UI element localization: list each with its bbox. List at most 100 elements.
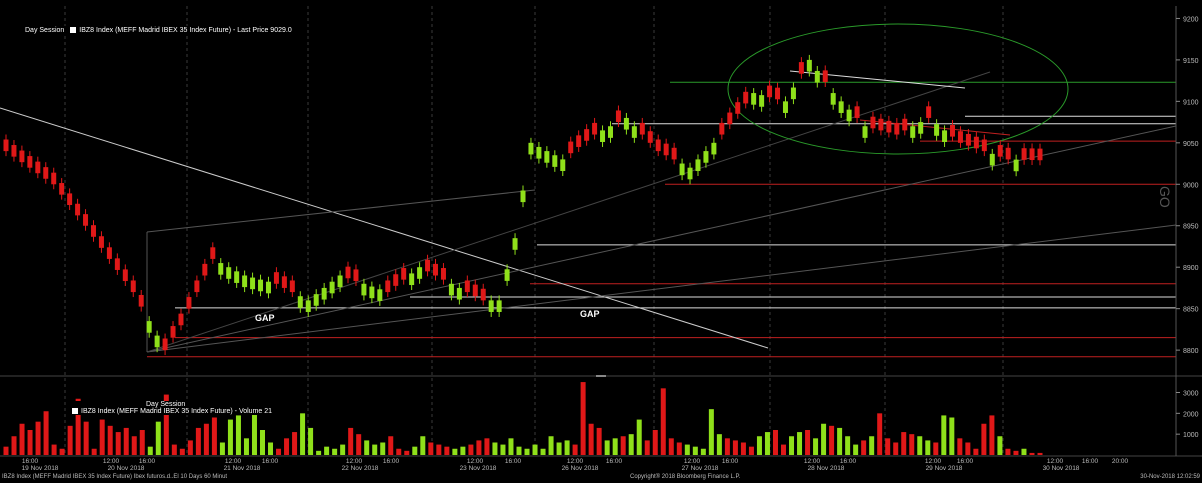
- volume-bar-108: [869, 436, 875, 455]
- candle-body-128: [1021, 148, 1027, 160]
- volume-bar-72: [580, 382, 586, 455]
- candle-body-27: [218, 263, 224, 275]
- volume-bar-96: [772, 430, 778, 455]
- candle-body-78: [623, 117, 629, 130]
- volume-bar-27: [219, 442, 225, 455]
- candle-body-71: [568, 141, 574, 154]
- volume-bar-19: [155, 421, 161, 455]
- candle-body-10: [83, 214, 89, 226]
- volume-series-swatch: [72, 408, 78, 415]
- volume-bar-60: [484, 438, 490, 455]
- candle-body-91: [727, 112, 733, 125]
- candle-body-85: [679, 163, 685, 176]
- channel-line-upper: [146, 125, 1177, 353]
- volume-bar-29: [235, 415, 241, 455]
- volume-bar-91: [732, 440, 738, 455]
- candle-body-127: [1013, 159, 1019, 172]
- footer-right: 30-Nov-2018 12:02:59: [1140, 474, 1200, 480]
- volume-bar-127: [1021, 448, 1027, 455]
- volume-bar-99: [797, 432, 803, 455]
- volume-bar-86: [692, 446, 698, 455]
- volume-bar-115: [925, 440, 931, 455]
- volume-bar-79: [636, 419, 642, 455]
- candle-body-36: [289, 280, 295, 293]
- volume-bar-92: [740, 442, 746, 455]
- candle-body-54: [433, 263, 439, 276]
- candle-body-82: [655, 139, 661, 152]
- volume-bar-38: [308, 427, 314, 455]
- volume-bar-25: [203, 423, 209, 455]
- price-tick-label: 9100: [1183, 99, 1199, 106]
- candle-body-103: [822, 70, 828, 83]
- volume-bar-104: [837, 427, 843, 455]
- volume-bar-34: [276, 448, 282, 455]
- candle-body-5: [43, 167, 49, 179]
- volume-bar-10: [83, 421, 89, 455]
- candle-body-53: [425, 259, 431, 272]
- x-tick-label-28: 20:00: [1112, 458, 1129, 465]
- candle-body-33: [265, 281, 271, 294]
- candle-body-57: [456, 287, 462, 300]
- volume-bar-109: [877, 413, 883, 455]
- candle-body-123: [981, 139, 987, 152]
- volume-bar-56: [452, 448, 458, 455]
- candle-body-129: [1029, 148, 1035, 161]
- candle-body-117: [934, 124, 940, 136]
- volume-bar-95: [764, 432, 770, 455]
- x-tick-label-22: 28 Nov 2018: [808, 465, 845, 472]
- candle-body-1: [11, 145, 17, 157]
- volume-bar-39: [316, 450, 322, 455]
- drawing-annotations: [0, 23, 1177, 358]
- volume-bar-71: [572, 444, 578, 455]
- volume-bar-94: [756, 436, 762, 455]
- volume-bar-63: [508, 438, 514, 455]
- volume-bar-123: [989, 415, 995, 455]
- volume-bar-33: [268, 442, 274, 455]
- x-tick-label-25: 29 Nov 2018: [926, 465, 963, 472]
- candle-body-44: [353, 269, 359, 282]
- volume-bar-121: [973, 448, 979, 455]
- candle-body-51: [409, 273, 415, 286]
- volume-bar-35: [284, 438, 290, 455]
- candle-body-69: [552, 155, 558, 167]
- volume-bar-50: [404, 450, 410, 455]
- candle-body-20: [162, 338, 168, 351]
- candle-body-126: [1005, 147, 1011, 160]
- volume-bar-89: [716, 434, 722, 455]
- x-tick-label-6: 16:00: [262, 458, 279, 465]
- volume-bar-46: [372, 444, 378, 455]
- candle-body-47: [377, 289, 383, 301]
- volume-bar-23: [187, 440, 193, 455]
- volume-bar-31: [251, 411, 257, 455]
- volume-bar-54: [436, 444, 442, 455]
- volume-bar-65: [524, 448, 530, 455]
- candle-body-62: [496, 300, 502, 312]
- downtrend-line: [0, 107, 769, 349]
- candle-body-55: [440, 268, 446, 280]
- x-tick-label-19: 27 Nov 2018: [682, 465, 719, 472]
- volume-bar-45: [364, 440, 370, 455]
- volume-bar-61: [492, 442, 498, 455]
- candle-body-65: [520, 190, 526, 203]
- candle-body-32: [258, 279, 264, 292]
- volume-series-label: IBZ8 Index (MEFF Madrid IBEX 35 Index Fu…: [81, 408, 273, 415]
- candle-body-88: [703, 151, 709, 163]
- candle-body-72: [576, 135, 582, 147]
- candle-body-58: [464, 280, 470, 293]
- x-tick-label-27: 16:00: [1082, 458, 1099, 465]
- x-tick-label-18: 16:00: [722, 458, 739, 465]
- volume-bar-64: [516, 446, 522, 455]
- candle-body-39: [313, 294, 319, 306]
- volume-bar-16: [131, 436, 137, 455]
- candle-body-97: [775, 87, 781, 100]
- candle-body-67: [536, 146, 542, 159]
- candle-body-22: [178, 313, 184, 326]
- candle-body-111: [886, 120, 892, 133]
- candle-body-64: [512, 238, 518, 250]
- x-tick-label-13: 23 Nov 2018: [460, 465, 497, 472]
- candle-body-63: [504, 269, 510, 281]
- volume-bar-6: [51, 444, 57, 455]
- candle-body-15: [122, 269, 128, 282]
- volume-bar-126: [1013, 450, 1019, 455]
- candle-body-38: [305, 300, 311, 312]
